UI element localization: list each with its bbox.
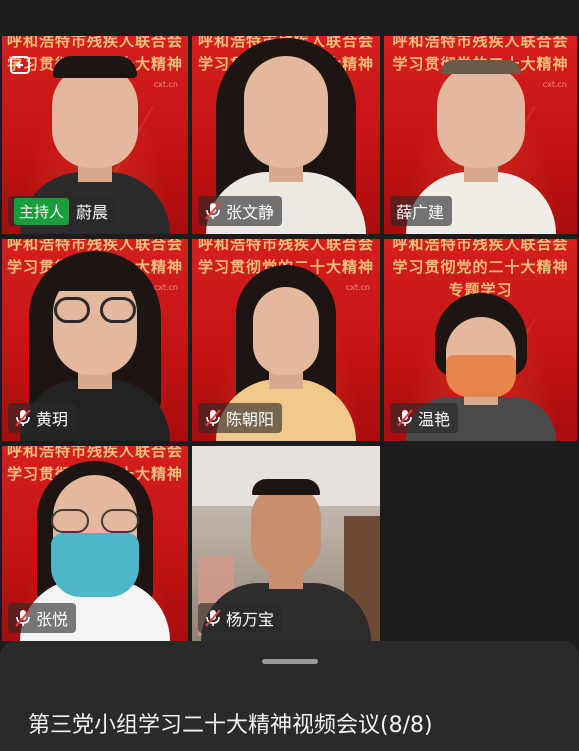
video-tile[interactable]: 呼和浩特市残疾人联合会学习贯彻党的二十大精神 cxt.cn 黄玥 — [2, 239, 188, 441]
mic-muted-icon — [15, 609, 31, 627]
mic-muted-icon — [205, 409, 221, 427]
participant-name-tag: 张文静 — [198, 196, 283, 226]
video-tile[interactable]: 呼和浩特市残疾人联合会 学习贯彻党的二十大精神 专题学习 温艳 — [384, 239, 577, 441]
participant-name: 薛广建 — [396, 203, 445, 222]
participant-name: 温艳 — [418, 410, 451, 429]
mic-muted-icon — [205, 609, 221, 627]
participant-name-tag: 主持人 蔚晨 — [8, 196, 117, 226]
participant-name: 张文静 — [226, 203, 275, 222]
participant-name-tag: 陈朝阳 — [198, 403, 283, 433]
participant-name: 黄玥 — [36, 410, 69, 429]
sheet-drag-handle[interactable] — [261, 659, 318, 664]
participant-name-tag: 温艳 — [390, 403, 459, 433]
participant-name: 杨万宝 — [226, 610, 275, 629]
host-badge: 主持人 — [14, 197, 70, 225]
minimize-window-icon — [10, 56, 30, 74]
video-tile[interactable]: 呼和浩特市残疾人联合会学习贯彻党的二十大精神 cxt.cn 陈朝阳 — [192, 239, 380, 441]
participant-name: 张悦 — [36, 610, 69, 629]
participant-name: 陈朝阳 — [226, 410, 275, 429]
participant-name-tag: 杨万宝 — [198, 603, 283, 633]
meeting-title: 第三党小组学习二十大精神视频会议(8/8) — [28, 713, 433, 738]
minimize-window-button[interactable] — [6, 50, 36, 80]
video-tile[interactable]: 呼和浩特市残疾人联合会学习贯彻党的二十大精神 张悦 — [2, 446, 188, 641]
video-tile[interactable]: 杨万宝 — [192, 446, 380, 641]
mic-muted-icon — [15, 409, 31, 427]
participant-name-tag: 薛广建 — [390, 196, 453, 226]
participant-name-tag: 黄玥 — [8, 403, 77, 433]
status-bar-area — [0, 0, 579, 36]
mic-muted-icon — [205, 202, 221, 220]
video-tile[interactable]: 呼和浩特市残疾人联合会学习贯彻党的二十大精神 张文静 — [192, 36, 380, 234]
video-tile[interactable]: 呼和浩特市残疾人联合会学习贯彻党的二十大精神 cxt.cn 薛广建 — [384, 36, 577, 234]
participant-name-tag: 张悦 — [8, 603, 77, 633]
mic-muted-icon — [397, 409, 413, 427]
meeting-info-sheet[interactable]: 第三党小组学习二十大精神视频会议(8/8) — [0, 641, 579, 751]
participant-name: 蔚晨 — [76, 203, 109, 222]
